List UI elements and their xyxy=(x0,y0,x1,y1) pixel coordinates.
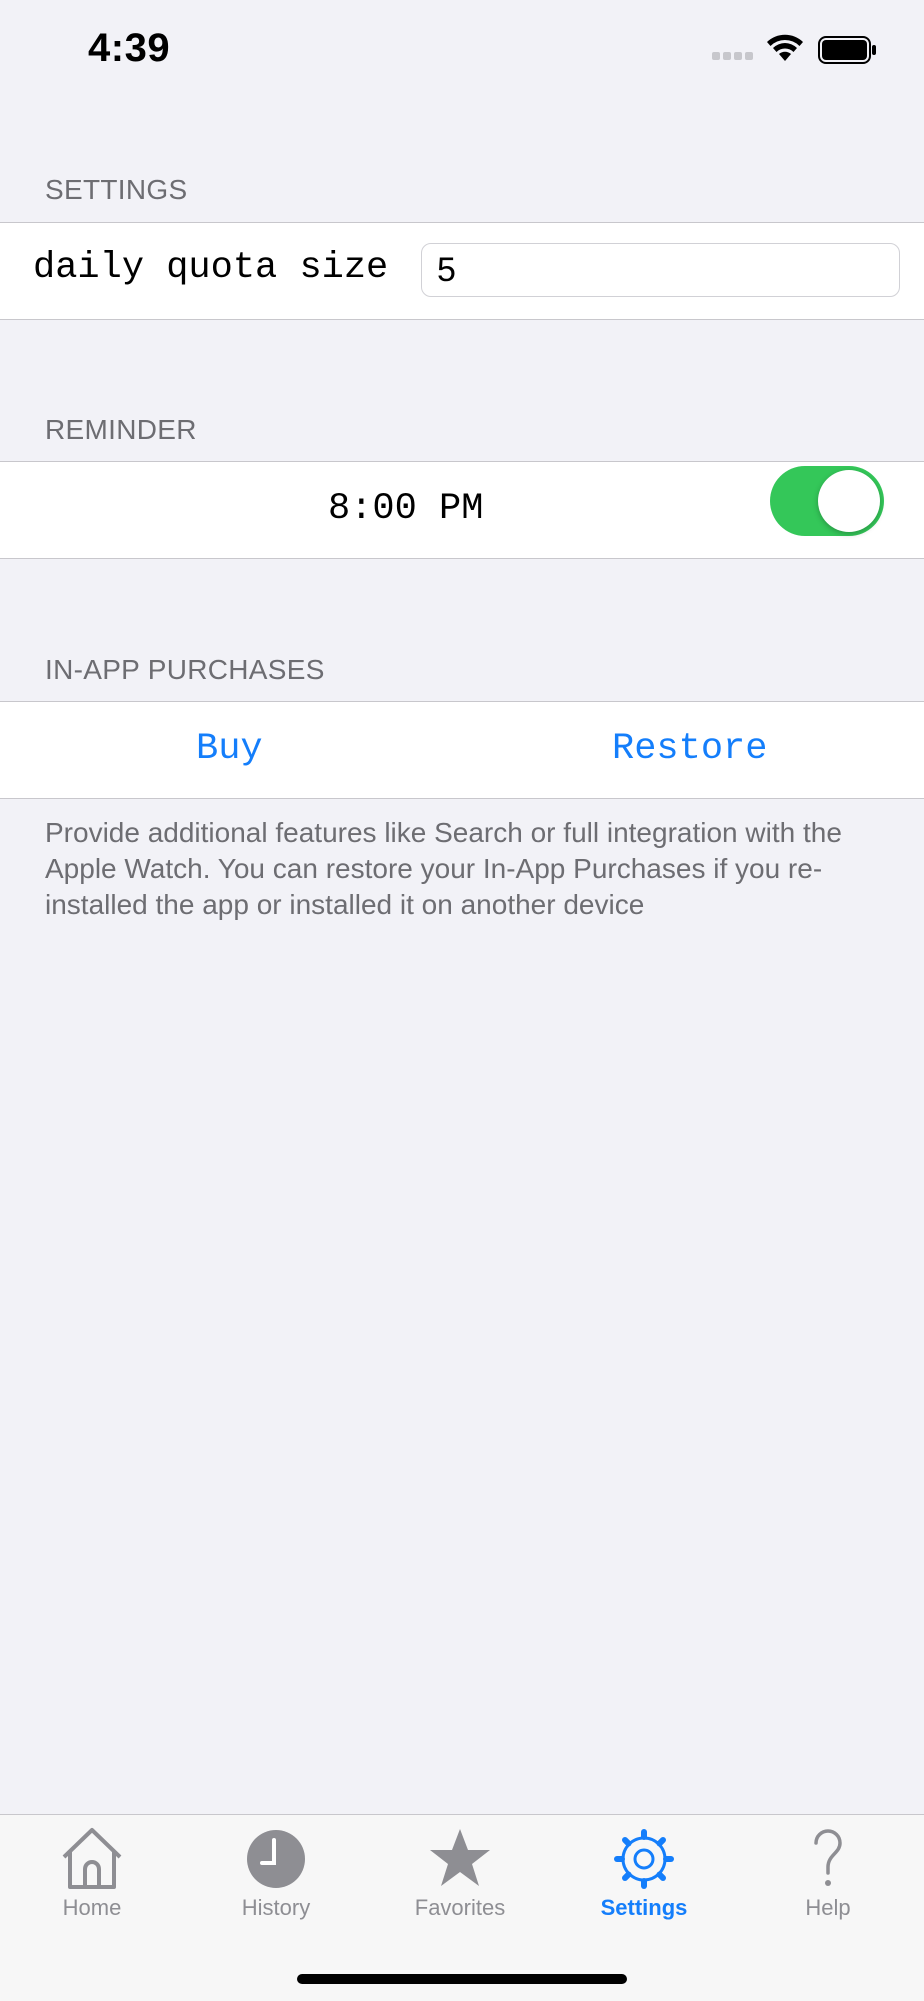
star-icon xyxy=(430,1829,490,1886)
reminder-toggle[interactable] xyxy=(770,466,884,536)
wifi-icon xyxy=(767,34,803,61)
tab-help-label: Help xyxy=(805,1895,851,1920)
iap-group: Buy Restore xyxy=(0,701,924,799)
question-mark-icon xyxy=(814,1829,842,1886)
cellular-signal-icon xyxy=(712,52,753,60)
reminder-section-header: REMINDER xyxy=(45,414,197,445)
settings-section-header: SETTINGS xyxy=(45,174,188,205)
restore-button[interactable]: Restore xyxy=(612,728,767,770)
tab-settings-label: Settings xyxy=(600,1895,688,1920)
tab-home[interactable]: Home xyxy=(0,1815,184,1925)
tab-favorites[interactable]: Favorites xyxy=(368,1815,552,1925)
tab-home-label: Home xyxy=(62,1895,122,1920)
quota-label: daily quota size xyxy=(33,247,389,289)
gear-icon xyxy=(614,1829,674,1889)
clock-icon xyxy=(247,1830,305,1888)
tab-help[interactable]: Help xyxy=(736,1815,920,1925)
quota-input[interactable]: 5 xyxy=(421,243,900,297)
toggle-knob xyxy=(818,470,880,532)
tab-history[interactable]: History xyxy=(184,1815,368,1925)
house-icon xyxy=(62,1828,122,1889)
tab-bar: Home History Favorites Settings Help xyxy=(0,1814,924,2001)
reminder-time-picker[interactable]: 8:00 PM xyxy=(328,488,483,530)
reminder-group: 8:00 PM xyxy=(0,461,924,559)
status-time: 4:39 xyxy=(88,26,171,70)
iap-section-header: IN-APP PURCHASES xyxy=(45,654,325,685)
tab-settings[interactable]: Settings xyxy=(552,1815,736,1925)
buy-button[interactable]: Buy xyxy=(196,728,263,770)
battery-icon xyxy=(818,36,876,64)
iap-footer-text: Provide additional features like Search … xyxy=(45,817,842,920)
tab-favorites-label: Favorites xyxy=(414,1895,506,1920)
tab-history-label: History xyxy=(241,1895,311,1920)
settings-group: daily quota size 5 xyxy=(0,222,924,320)
home-indicator xyxy=(297,1974,627,1984)
